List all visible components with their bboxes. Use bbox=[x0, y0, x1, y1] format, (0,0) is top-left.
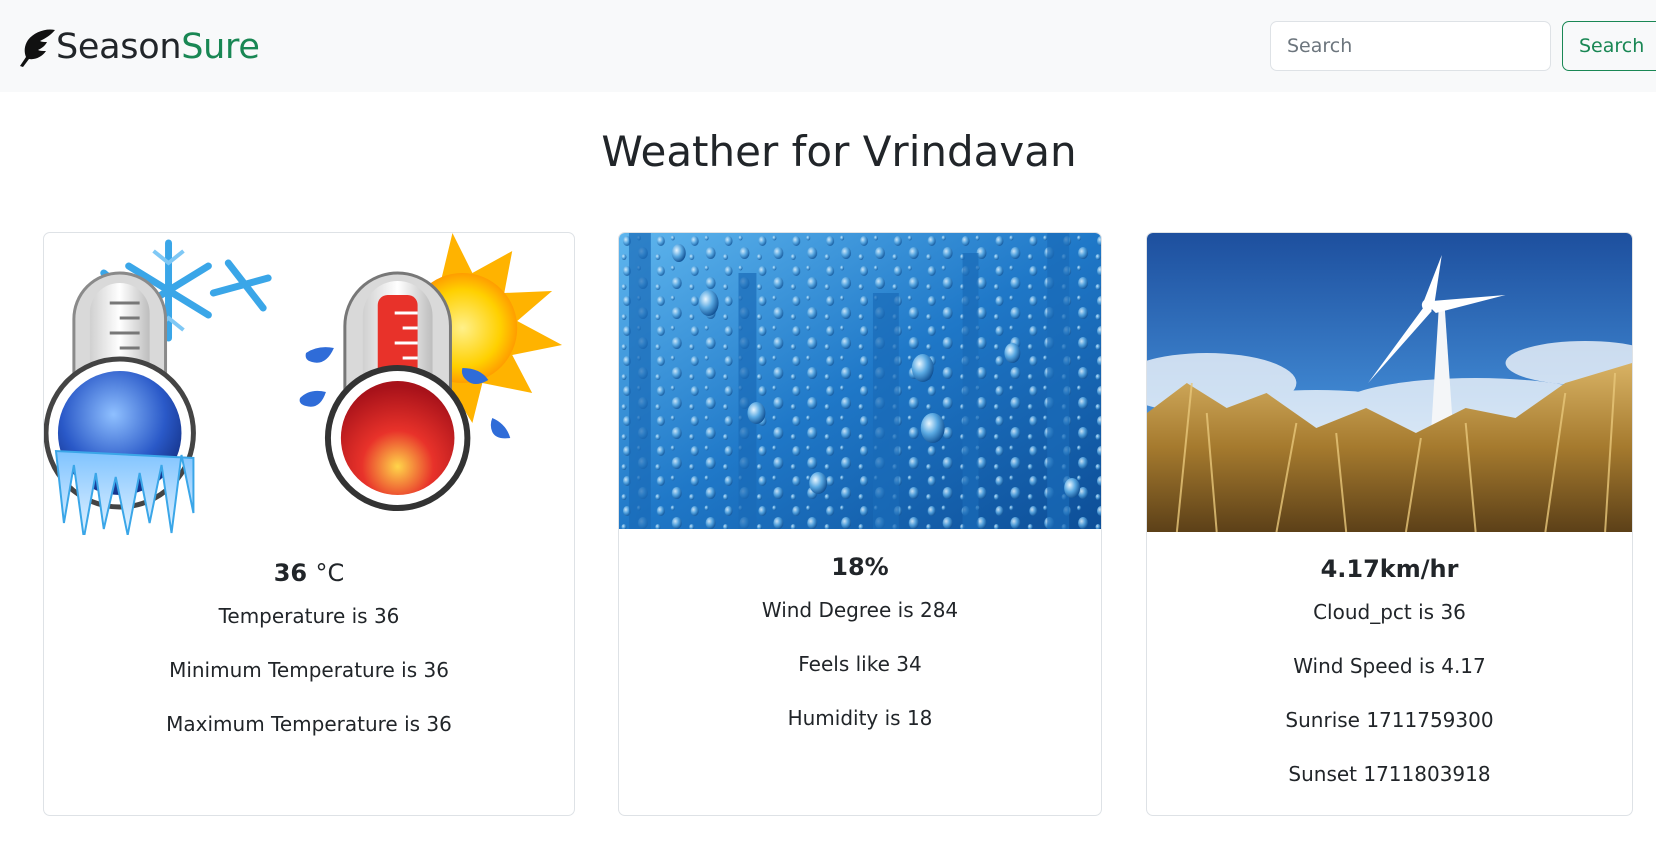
wind-speed-line: Wind Speed is 4.17 bbox=[1293, 654, 1486, 678]
temperature-line: Temperature is 36 bbox=[218, 604, 400, 628]
brand-name-season: Season bbox=[56, 27, 182, 67]
feels-like-line: Feels like 34 bbox=[798, 652, 922, 676]
max-temperature-line: Maximum Temperature is 36 bbox=[166, 712, 452, 736]
brand-name-sure: Sure bbox=[181, 27, 260, 67]
feather-quill-icon bbox=[16, 26, 56, 68]
temperature-title: 36 °C bbox=[44, 557, 574, 589]
min-temperature-line: Minimum Temperature is 36 bbox=[169, 658, 449, 682]
search-input[interactable] bbox=[1270, 21, 1551, 71]
brand-link[interactable]: SeasonSure bbox=[16, 26, 260, 68]
temperature-unit: °C bbox=[315, 559, 345, 587]
wind-turbine-image bbox=[1147, 233, 1632, 532]
temperature-card-body: 36 °C Temperature is 36 Minimum Temperat… bbox=[44, 557, 574, 738]
wind-card: 4.17km/hr Cloud_pct is 36 Wind Speed is … bbox=[1146, 232, 1633, 816]
navbar: SeasonSure Search bbox=[0, 0, 1656, 92]
cloud-pct-line: Cloud_pct is 36 bbox=[1313, 600, 1466, 624]
wind-speed-title: 4.17km/hr bbox=[1320, 555, 1459, 583]
sunset-line: Sunset 1711803918 bbox=[1288, 762, 1491, 786]
water-droplets-image bbox=[619, 233, 1101, 529]
humidity-line: Humidity is 18 bbox=[787, 706, 933, 730]
humidity-card-body: 18% Wind Degree is 284 Feels like 34 Hum… bbox=[619, 551, 1101, 732]
brand-name: SeasonSure bbox=[56, 26, 260, 68]
page-title: Weather for Vrindavan bbox=[601, 127, 1077, 176]
temperature-card: 36 °C Temperature is 36 Minimum Temperat… bbox=[43, 232, 575, 816]
humidity-card: 18% Wind Degree is 284 Feels like 34 Hum… bbox=[618, 232, 1102, 816]
wind-degree-line: Wind Degree is 284 bbox=[761, 598, 959, 622]
sunrise-line: Sunrise 1711759300 bbox=[1285, 708, 1494, 732]
humidity-title: 18% bbox=[831, 553, 889, 581]
temperature-value: 36 bbox=[273, 559, 308, 587]
search-button[interactable]: Search bbox=[1562, 21, 1656, 71]
wind-card-body: 4.17km/hr Cloud_pct is 36 Wind Speed is … bbox=[1147, 553, 1632, 788]
thermometer-cold-hot-illustration bbox=[44, 233, 574, 535]
